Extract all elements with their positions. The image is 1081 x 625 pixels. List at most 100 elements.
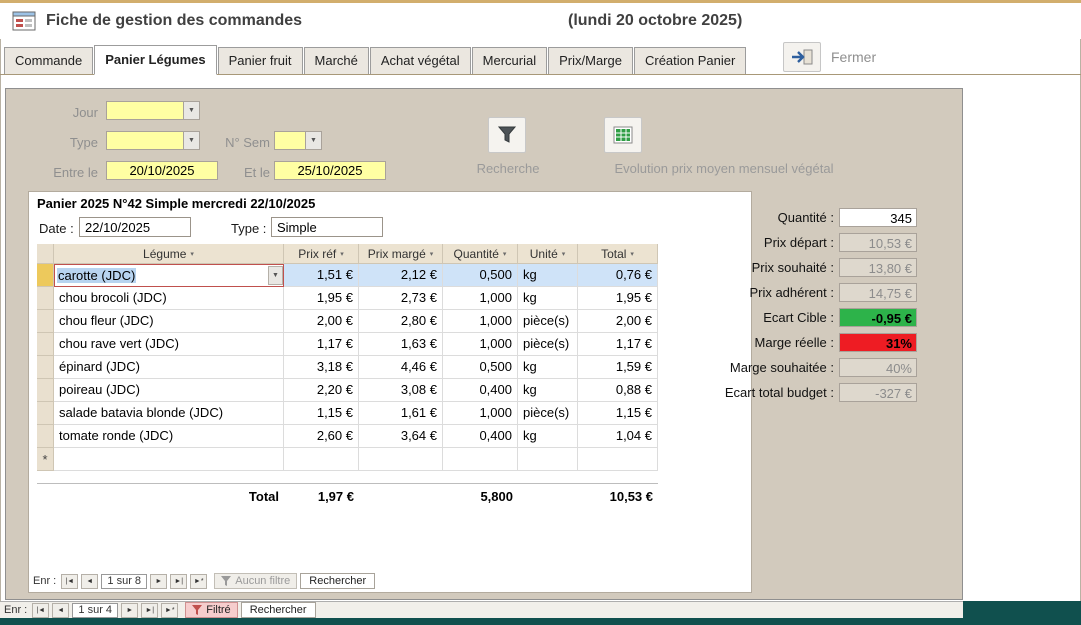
type-field[interactable]: Simple — [271, 217, 383, 237]
column-filter-icon[interactable]: ▾ — [430, 250, 434, 258]
table-cell[interactable]: épinard (JDC) — [54, 356, 284, 379]
table-cell[interactable]: 2,00 € — [284, 310, 359, 333]
tab-cr-ation-panier[interactable]: Création Panier — [634, 47, 746, 74]
nav-previous-button[interactable]: ◄ — [52, 603, 69, 618]
table-cell[interactable]: 4,46 € — [359, 356, 443, 379]
table-cell[interactable]: 1,17 € — [284, 333, 359, 356]
nav-first-button[interactable]: |◄ — [32, 603, 49, 618]
empty-cell[interactable] — [518, 448, 578, 471]
table-cell[interactable]: kg — [518, 379, 578, 402]
table-cell[interactable]: 3,18 € — [284, 356, 359, 379]
date-from-field[interactable]: 20/10/2025 — [106, 161, 218, 180]
table-cell[interactable]: kg — [518, 264, 578, 287]
column-filter-icon[interactable]: ▾ — [562, 250, 566, 258]
jour-combo[interactable]: ▼ — [106, 101, 200, 120]
table-cell[interactable]: 3,64 € — [359, 425, 443, 448]
empty-cell[interactable] — [54, 448, 284, 471]
table-cell[interactable]: pièce(s) — [518, 402, 578, 425]
nav-first-button[interactable]: |◄ — [61, 574, 78, 589]
nav-next-button[interactable]: ► — [150, 574, 167, 589]
table-cell[interactable]: 0,76 € — [578, 264, 658, 287]
chevron-down-icon[interactable]: ▼ — [305, 132, 321, 149]
nav-new-record-button[interactable]: ►* — [190, 574, 207, 589]
tab-march[interactable]: Marché — [304, 47, 369, 74]
sem-combo[interactable]: ▼ — [274, 131, 322, 150]
table-cell[interactable]: 3,08 € — [359, 379, 443, 402]
empty-cell[interactable] — [284, 448, 359, 471]
empty-cell[interactable] — [359, 448, 443, 471]
table-cell[interactable]: 2,12 € — [359, 264, 443, 287]
tab-prix-marge[interactable]: Prix/Marge — [548, 47, 633, 74]
row-selector[interactable] — [37, 333, 54, 356]
table-cell[interactable]: poireau (JDC) — [54, 379, 284, 402]
column-header-l-gume[interactable]: Légume▾ — [54, 244, 284, 264]
table-cell[interactable]: 2,20 € — [284, 379, 359, 402]
evolution-button[interactable] — [604, 117, 642, 153]
table-cell[interactable]: 0,500 — [443, 264, 518, 287]
table-cell[interactable]: 1,51 € — [284, 264, 359, 287]
column-filter-icon[interactable]: ▾ — [340, 250, 344, 258]
column-filter-icon[interactable]: ▾ — [190, 250, 194, 258]
table-cell[interactable]: chou brocoli (JDC) — [54, 287, 284, 310]
date-field[interactable]: 22/10/2025 — [79, 217, 191, 237]
row-selector[interactable] — [37, 425, 54, 448]
date-to-field[interactable]: 25/10/2025 — [274, 161, 386, 180]
recherche-button[interactable] — [488, 117, 526, 153]
nav-new-record-button[interactable]: ►* — [161, 603, 178, 618]
table-cell[interactable]: 0,400 — [443, 425, 518, 448]
column-header-total[interactable]: Total▾ — [578, 244, 658, 264]
table-cell[interactable]: 1,17 € — [578, 333, 658, 356]
row-selector[interactable] — [37, 264, 54, 287]
table-cell[interactable]: 2,60 € — [284, 425, 359, 448]
new-record-selector[interactable]: * — [37, 448, 54, 471]
table-cell[interactable]: 2,80 € — [359, 310, 443, 333]
column-header-unit[interactable]: Unité▾ — [518, 244, 578, 264]
nav-previous-button[interactable]: ◄ — [81, 574, 98, 589]
tab-mercurial[interactable]: Mercurial — [472, 47, 547, 74]
filter-status-none[interactable]: Aucun filtre — [214, 573, 297, 589]
table-cell[interactable]: 1,95 € — [578, 287, 658, 310]
table-cell[interactable]: 1,61 € — [359, 402, 443, 425]
table-cell[interactable]: 1,95 € — [284, 287, 359, 310]
chevron-down-icon[interactable]: ▼ — [183, 132, 199, 149]
table-cell[interactable]: 1,15 € — [578, 402, 658, 425]
nav-next-button[interactable]: ► — [121, 603, 138, 618]
tab-commande[interactable]: Commande — [4, 47, 93, 74]
column-header-prix-r-f[interactable]: Prix réf▾ — [284, 244, 359, 264]
empty-cell[interactable] — [443, 448, 518, 471]
record-position[interactable]: 1 sur 4 — [72, 603, 118, 618]
table-cell[interactable]: 0,88 € — [578, 379, 658, 402]
row-selector[interactable] — [37, 310, 54, 333]
tab-panier-fruit[interactable]: Panier fruit — [218, 47, 303, 74]
row-selector[interactable] — [37, 379, 54, 402]
table-cell[interactable]: 1,000 — [443, 310, 518, 333]
table-cell[interactable]: kg — [518, 287, 578, 310]
chevron-down-icon[interactable]: ▼ — [183, 102, 199, 119]
column-filter-icon[interactable]: ▾ — [630, 250, 634, 258]
table-cell[interactable]: 1,000 — [443, 333, 518, 356]
table-cell[interactable]: 0,500 — [443, 356, 518, 379]
filter-status-filtered[interactable]: Filtré — [185, 602, 237, 618]
table-cell[interactable]: 1,000 — [443, 402, 518, 425]
combo-dropdown-icon[interactable]: ▼ — [268, 266, 283, 285]
summary-value-quantit[interactable]: 345 — [839, 208, 917, 227]
table-cell[interactable]: pièce(s) — [518, 310, 578, 333]
table-cell[interactable]: kg — [518, 425, 578, 448]
table-cell[interactable]: salade batavia blonde (JDC) — [54, 402, 284, 425]
record-position[interactable]: 1 sur 8 — [101, 574, 147, 589]
empty-cell[interactable] — [578, 448, 658, 471]
search-box[interactable]: Rechercher — [300, 573, 375, 589]
tab-panier-l-gumes[interactable]: Panier Légumes — [94, 45, 216, 75]
table-cell[interactable]: 1,15 € — [284, 402, 359, 425]
row-selector[interactable] — [37, 287, 54, 310]
row-selector[interactable] — [37, 356, 54, 379]
column-filter-icon[interactable]: ▾ — [503, 250, 507, 258]
row-selector[interactable] — [37, 402, 54, 425]
table-cell[interactable]: chou rave vert (JDC) — [54, 333, 284, 356]
table-cell[interactable]: 1,59 € — [578, 356, 658, 379]
nav-last-button[interactable]: ►| — [141, 603, 158, 618]
search-box[interactable]: Rechercher — [241, 602, 316, 618]
legume-combo-cell[interactable]: carotte (JDC)▼ — [54, 264, 284, 287]
table-cell[interactable]: 1,63 € — [359, 333, 443, 356]
column-header-quantit[interactable]: Quantité▾ — [443, 244, 518, 264]
